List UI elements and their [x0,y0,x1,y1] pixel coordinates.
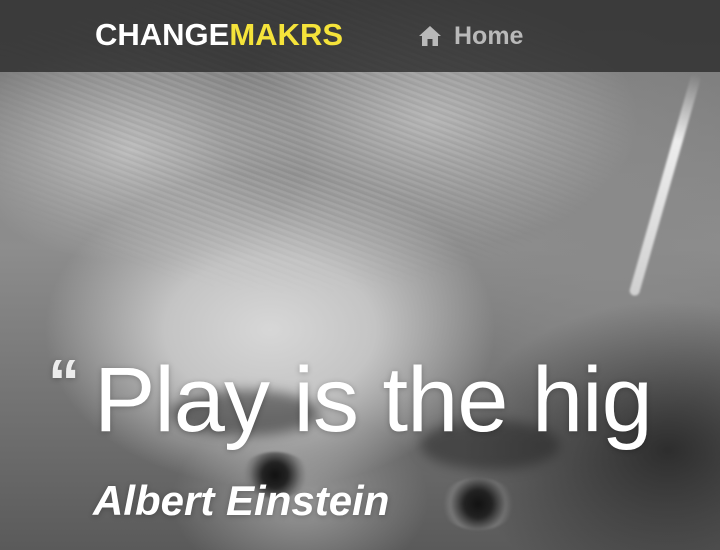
nav-home-link[interactable]: Home [418,20,523,52]
brand-logo-accent: MAKRS [229,17,344,52]
top-navbar: CHANGEMAKRS Home [0,0,720,72]
page: CHANGEMAKRS Home “ Play is the hig Alber… [0,0,720,550]
quote-text: Play is the hig [94,349,653,451]
brand-logo-primary: CHANGE [95,17,230,52]
quote-mark: “ [48,346,80,418]
brand-logo[interactable]: CHANGEMAKRS [95,17,343,53]
nav-home-label: Home [454,22,524,50]
home-icon [418,25,442,47]
quote-author: Albert Einstein [93,477,390,524]
